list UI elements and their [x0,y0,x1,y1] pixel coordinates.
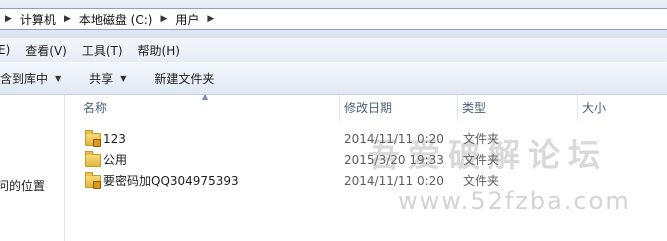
new-folder-button[interactable]: 新建文件夹 [154,70,214,87]
new-folder-label: 新建文件夹 [154,71,215,86]
breadcrumb-computer[interactable]: 计算机 [20,11,56,28]
chevron-right-icon[interactable]: ▶ [160,14,167,24]
lock-icon [93,139,101,147]
chevron-right-icon[interactable]: ▶ [5,14,12,24]
dropdown-arrow-icon: ▼ [55,73,62,83]
file-name: 要密码加QQ304975393 [103,174,239,188]
dropdown-arrow-icon: ▼ [120,73,127,83]
navigation-pane: 问的位置 [0,95,65,241]
watermark-text: 吾爱破解论坛 [368,136,609,174]
menu-tools[interactable]: 工具(T) [82,42,123,59]
column-header-size[interactable]: 大小 [578,95,667,121]
menu-edit[interactable]: E) [0,43,10,57]
column-headers: ▲ 名称 修改日期 类型 大小 [65,92,667,121]
nav-item-recent-places[interactable]: 问的位置 [0,177,45,194]
column-header-name[interactable]: 名称 [79,95,340,121]
include-in-library-button[interactable]: 包含到库中 ▼ [0,70,61,87]
include-in-library-label: 包含到库中 [0,71,49,86]
file-name: 123 [103,132,126,146]
chevron-right-icon[interactable]: ▶ [64,14,71,24]
lock-icon [93,181,101,189]
address-bar: ▶ 计算机 ▶ 本地磁盘 (C:) ▶ 用户 ▶ [0,0,667,38]
menu-bar: E) 查看(V) 工具(T) 帮助(H) [0,38,667,63]
breadcrumb-local-disk[interactable]: 本地磁盘 (C:) [79,11,153,28]
breadcrumb[interactable]: ▶ 计算机 ▶ 本地磁盘 (C:) ▶ 用户 ▶ [0,8,667,30]
chevron-right-icon[interactable]: ▶ [207,14,214,24]
column-header-type[interactable]: 类型 [458,95,578,121]
menu-help[interactable]: 帮助(H) [138,42,180,59]
share-button[interactable]: 共享 ▼ [89,70,126,87]
share-label: 共享 [89,71,114,86]
breadcrumb-users[interactable]: 用户 [175,11,199,28]
folder-icon [85,151,101,167]
column-header-date[interactable]: 修改日期 [340,95,458,121]
menu-view[interactable]: 查看(V) [25,42,67,59]
watermark-url: www.52fzba.com [398,187,631,215]
file-name: 公用 [103,153,128,167]
command-bar: 包含到库中 ▼ 共享 ▼ 新建文件夹 [0,62,667,95]
